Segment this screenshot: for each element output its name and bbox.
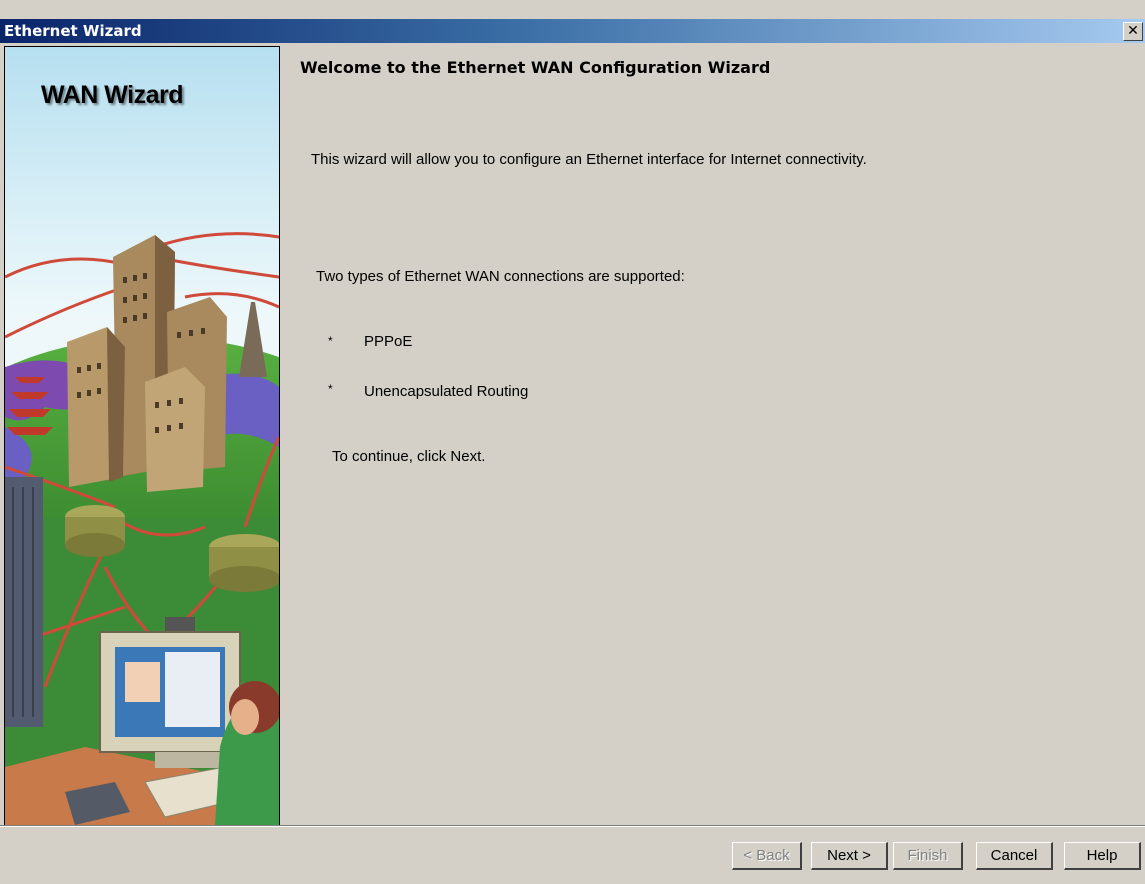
wizard-window: Ethernet Wizard ✕ WAN Wizard Welcome to … xyxy=(0,0,1145,884)
connection-type-item: PPPoE xyxy=(364,333,413,350)
bullet-icon: * xyxy=(328,382,333,396)
window-title: Ethernet Wizard xyxy=(4,22,142,40)
bullet-icon: * xyxy=(328,334,333,348)
next-button[interactable]: Next > xyxy=(811,842,888,870)
side-panel-title: WAN Wizard xyxy=(41,81,184,109)
intro-text: This wizard will allow you to configure … xyxy=(311,151,867,168)
button-bar-separator xyxy=(0,825,1145,827)
cancel-button[interactable]: Cancel xyxy=(976,842,1053,870)
help-button[interactable]: Help xyxy=(1064,842,1141,870)
title-bar: Ethernet Wizard ✕ xyxy=(0,19,1145,43)
close-button[interactable]: ✕ xyxy=(1123,22,1143,41)
city-network-illustration xyxy=(5,47,279,825)
finish-button[interactable]: Finish xyxy=(893,842,963,870)
types-intro-text: Two types of Ethernet WAN connections ar… xyxy=(316,268,685,285)
continue-instruction: To continue, click Next. xyxy=(332,448,486,465)
connection-type-item: Unencapsulated Routing xyxy=(364,383,529,400)
close-icon: ✕ xyxy=(1127,23,1139,39)
back-button[interactable]: < Back xyxy=(732,842,802,870)
wizard-content: Welcome to the Ethernet WAN Configuratio… xyxy=(278,43,1145,823)
page-heading: Welcome to the Ethernet WAN Configuratio… xyxy=(300,58,771,77)
wizard-side-image: WAN Wizard xyxy=(4,46,280,826)
